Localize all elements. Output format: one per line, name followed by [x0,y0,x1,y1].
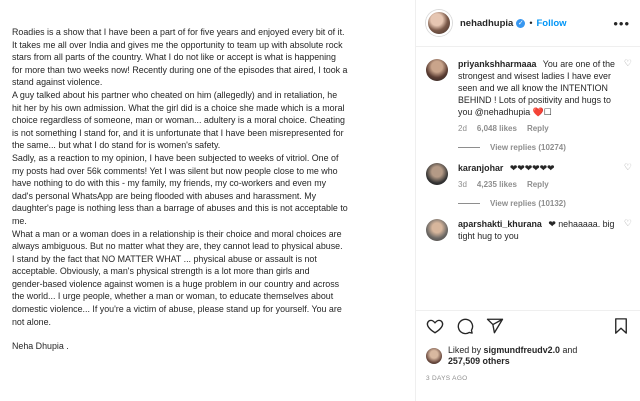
more-options-icon[interactable]: ••• [613,16,630,31]
view-replies-label: View replies (10274) [490,143,566,152]
post-author-username[interactable]: nehadhupia [460,18,513,29]
avatar[interactable] [426,219,448,241]
comment-icon[interactable] [456,317,474,340]
view-replies-label: View replies (10132) [490,199,566,208]
likes-count[interactable]: 257,509 others [448,356,510,366]
reply-button[interactable]: Reply [527,124,549,133]
view-replies-button[interactable]: View replies (10132) [458,199,624,208]
divider [458,147,480,148]
separator-dot: • [529,18,533,28]
post-header: nehadhupia ✓ • Follow ••• [416,0,640,47]
comment-username[interactable]: aparshakti_khurana [458,219,542,229]
follow-button[interactable]: Follow [536,18,566,29]
avatar[interactable] [426,163,448,185]
comment-item: aparshakti_khurana ❤ nehaaaaa. big tight… [426,218,632,242]
comment-age: 3d [458,180,467,189]
comment-like-heart-icon[interactable]: ♡ [624,58,632,152]
comment-username[interactable]: priyankshharmaaa [458,59,536,69]
comment-icon-glyph [457,318,474,334]
post-sidebar: nehadhupia ✓ • Follow ••• priyankshharma… [415,0,640,401]
comment-likes[interactable]: 6,048 likes [477,124,517,133]
share-icon[interactable] [486,317,504,340]
avatar[interactable] [426,10,452,36]
action-bar [426,317,630,339]
comment-likes[interactable]: 4,235 likes [477,180,517,189]
share-icon-glyph [486,318,504,333]
avatar[interactable] [426,59,448,81]
view-replies-button[interactable]: View replies (10274) [458,143,624,152]
divider [458,203,480,204]
post-caption-area: Roadies is a show that I have been a par… [0,0,415,401]
bookmark-icon[interactable] [612,317,630,340]
avatar [426,348,442,364]
liked-by-prefix: Liked by [448,345,484,355]
comment-text: ❤❤❤❤❤❤ [509,163,555,173]
comments-list[interactable]: priyankshharmaaa You are one of the stro… [416,48,640,310]
heart-icon-glyph [426,319,444,334]
comment-username[interactable]: karanjohar [458,163,503,173]
post-caption: Roadies is a show that I have been a par… [12,26,415,353]
comment-item: priyankshharmaaa You are one of the stro… [426,58,632,152]
reply-button[interactable]: Reply [527,180,549,189]
likes-summary: Liked by sigmundfreudv2.0 and 257,509 ot… [426,345,630,367]
heart-icon[interactable] [426,317,444,340]
post-timestamp[interactable]: 3 DAYS AGO [426,375,630,382]
caption-signature: Neha Dhupia . [12,341,69,352]
caption-body: Roadies is a show that I have been a par… [12,27,348,327]
bookmark-icon-glyph [615,317,627,334]
comment-age: 2d [458,124,467,133]
comment-item: karanjohar ❤❤❤❤❤❤ 3d 4,235 likes Reply V… [426,162,632,208]
post-actions: Liked by sigmundfreudv2.0 and 257,509 ot… [416,310,640,382]
comment-like-heart-icon[interactable]: ♡ [624,218,632,242]
verified-badge-icon: ✓ [516,18,526,28]
comment-like-heart-icon[interactable]: ♡ [624,162,632,208]
liked-by-and: and [559,345,578,355]
liked-by-user[interactable]: sigmundfreudv2.0 [484,345,560,355]
